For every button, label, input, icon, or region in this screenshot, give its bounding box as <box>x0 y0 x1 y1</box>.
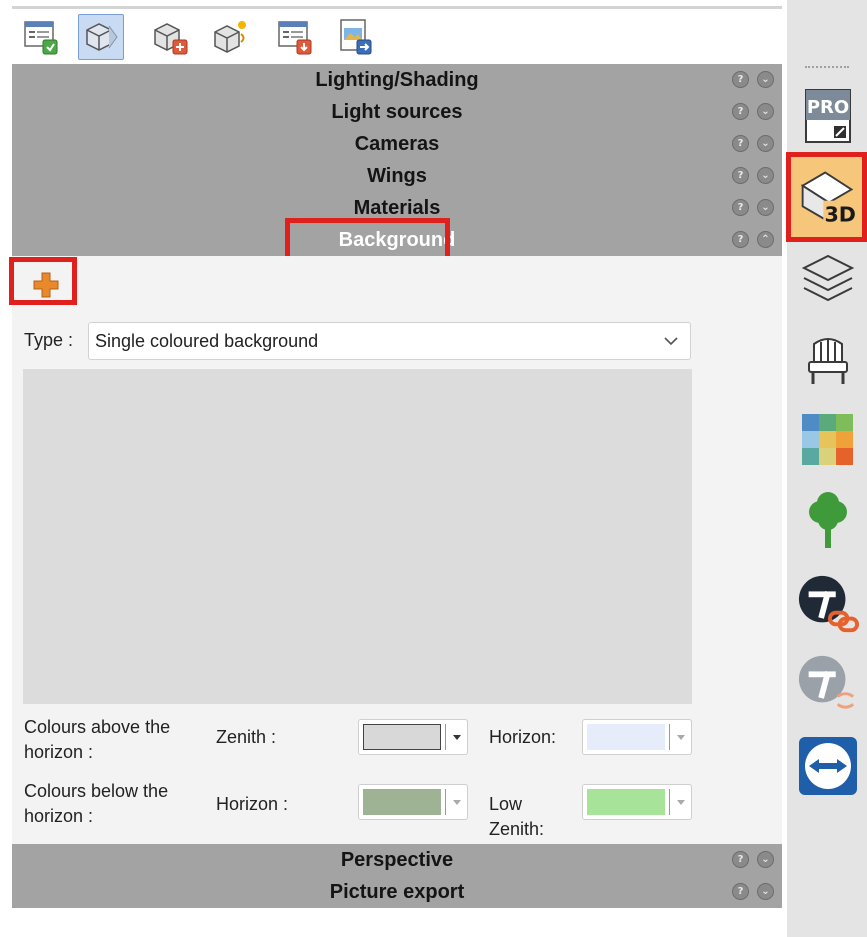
low-zenith-color-swatch <box>587 789 665 815</box>
section-title: Light sources <box>331 100 463 123</box>
chevron-down-icon <box>664 337 678 346</box>
chevron-down-icon[interactable]: ⌄ <box>757 883 774 900</box>
section-lighting-shading[interactable]: Lighting/Shading ? ⌄ <box>12 64 782 96</box>
render-settings-icon <box>24 21 58 55</box>
dropdown-arrow-icon <box>453 735 461 740</box>
section-title: Lighting/Shading <box>315 68 479 91</box>
section-title: Picture export <box>329 880 465 903</box>
dropdown-arrow-icon <box>677 735 685 740</box>
dropdown-arrow-icon <box>677 800 685 805</box>
low-zenith-color-picker[interactable] <box>582 784 692 820</box>
help-icon[interactable]: ? <box>732 167 749 184</box>
top-divider <box>12 6 782 9</box>
lighting-icon <box>214 21 246 53</box>
sidebar-item-plants[interactable] <box>797 490 859 554</box>
below-horizon-label-line2: horizon : <box>24 806 94 826</box>
sync-icon <box>798 655 855 709</box>
below-horizon-label-line1: Colours below the <box>24 781 169 801</box>
above-horizon-label-line2: horizon : <box>24 742 94 762</box>
render-settings-button[interactable] <box>20 14 66 60</box>
chevron-down-icon[interactable]: ⌄ <box>757 199 774 216</box>
horizon-above-label: Horizon: <box>489 727 557 747</box>
sidebar-item-link[interactable] <box>797 572 859 636</box>
type-select-value: Single coloured background <box>95 330 319 351</box>
horizon-below-label: Horizon : <box>216 794 289 814</box>
zenith-color-picker[interactable] <box>358 719 468 755</box>
chevron-up-icon[interactable]: ⌃ <box>757 231 774 248</box>
help-icon[interactable]: ? <box>732 231 749 248</box>
sidebar-item-furniture[interactable] <box>797 328 859 392</box>
above-horizon-label-line1: Colours above the <box>24 717 171 737</box>
3d-view-button[interactable] <box>78 14 124 60</box>
horizon-below-color-picker[interactable] <box>358 784 468 820</box>
chair-icon <box>808 338 848 384</box>
low-zenith-label-line2: Zenith: <box>489 819 545 839</box>
picture-export-button[interactable] <box>334 14 380 60</box>
right-sidebar: PRO 3D <box>787 0 867 937</box>
background-panel: Type : Single coloured background Colour… <box>12 256 782 844</box>
lighting-button[interactable] <box>208 14 254 60</box>
section-title: Wings <box>367 164 427 187</box>
type-label: Type : <box>24 330 74 350</box>
horizon-above-color-picker[interactable] <box>582 719 692 755</box>
help-icon[interactable]: ? <box>732 103 749 120</box>
3d-export-icon <box>154 23 188 55</box>
horizon-below-color-swatch <box>363 789 441 815</box>
help-icon[interactable]: ? <box>732 851 749 868</box>
horizon-above-color-swatch <box>587 724 665 750</box>
help-icon[interactable]: ? <box>732 71 749 88</box>
materials-palette-icon <box>802 414 853 465</box>
tree-icon <box>809 492 847 548</box>
section-title: Cameras <box>354 132 440 155</box>
chevron-down-icon[interactable]: ⌄ <box>757 167 774 184</box>
document-save-icon <box>278 21 312 55</box>
type-select[interactable]: Single coloured background <box>88 322 691 360</box>
help-icon[interactable]: ? <box>732 883 749 900</box>
drag-grip[interactable] <box>805 66 849 69</box>
sidebar-item-pro[interactable]: PRO <box>797 84 859 148</box>
help-icon[interactable]: ? <box>732 199 749 216</box>
3d-view-icon <box>86 23 118 51</box>
chevron-down-icon[interactable]: ⌄ <box>757 851 774 868</box>
section-wings[interactable]: Wings ? ⌄ <box>12 160 782 192</box>
section-title: Materials <box>353 196 441 219</box>
sidebar-item-sync[interactable] <box>797 652 859 716</box>
low-zenith-label-line1: Low <box>489 794 523 814</box>
toolbar <box>12 12 782 64</box>
help-icon[interactable]: ? <box>732 135 749 152</box>
sidebar-item-teamviewer[interactable] <box>797 734 859 798</box>
pro-icon: PRO <box>805 89 851 143</box>
highlight-box-3d <box>786 152 867 242</box>
app-window: { "toolbar": { "buttons": [ {"icon": "re… <box>0 0 867 937</box>
dropdown-arrow-icon <box>453 800 461 805</box>
layers-icon <box>801 254 855 302</box>
sidebar-item-layers[interactable] <box>797 246 859 310</box>
section-picture-export[interactable]: Picture export ? ⌄ <box>12 876 782 908</box>
picture-export-icon <box>340 19 372 55</box>
section-light-sources[interactable]: Light sources ? ⌄ <box>12 96 782 128</box>
highlight-box-add <box>9 257 77 305</box>
document-save-button[interactable] <box>274 14 320 60</box>
section-perspective[interactable]: Perspective ? ⌄ <box>12 844 782 876</box>
section-title: Perspective <box>340 848 454 871</box>
section-cameras[interactable]: Cameras ? ⌄ <box>12 128 782 160</box>
background-preview <box>23 369 692 704</box>
link-icon <box>798 575 859 633</box>
chevron-down-icon[interactable]: ⌄ <box>757 103 774 120</box>
section-list-bottom: Perspective ? ⌄ Picture export ? ⌄ <box>12 844 782 908</box>
zenith-color-swatch <box>363 724 441 750</box>
chevron-down-icon[interactable]: ⌄ <box>757 71 774 88</box>
pro-text: PRO <box>807 97 849 118</box>
zenith-label: Zenith : <box>216 727 277 747</box>
chevron-down-icon[interactable]: ⌄ <box>757 135 774 152</box>
sidebar-item-materials[interactable] <box>797 408 859 472</box>
3d-export-button[interactable] <box>148 14 194 60</box>
teamviewer-icon <box>799 737 857 795</box>
